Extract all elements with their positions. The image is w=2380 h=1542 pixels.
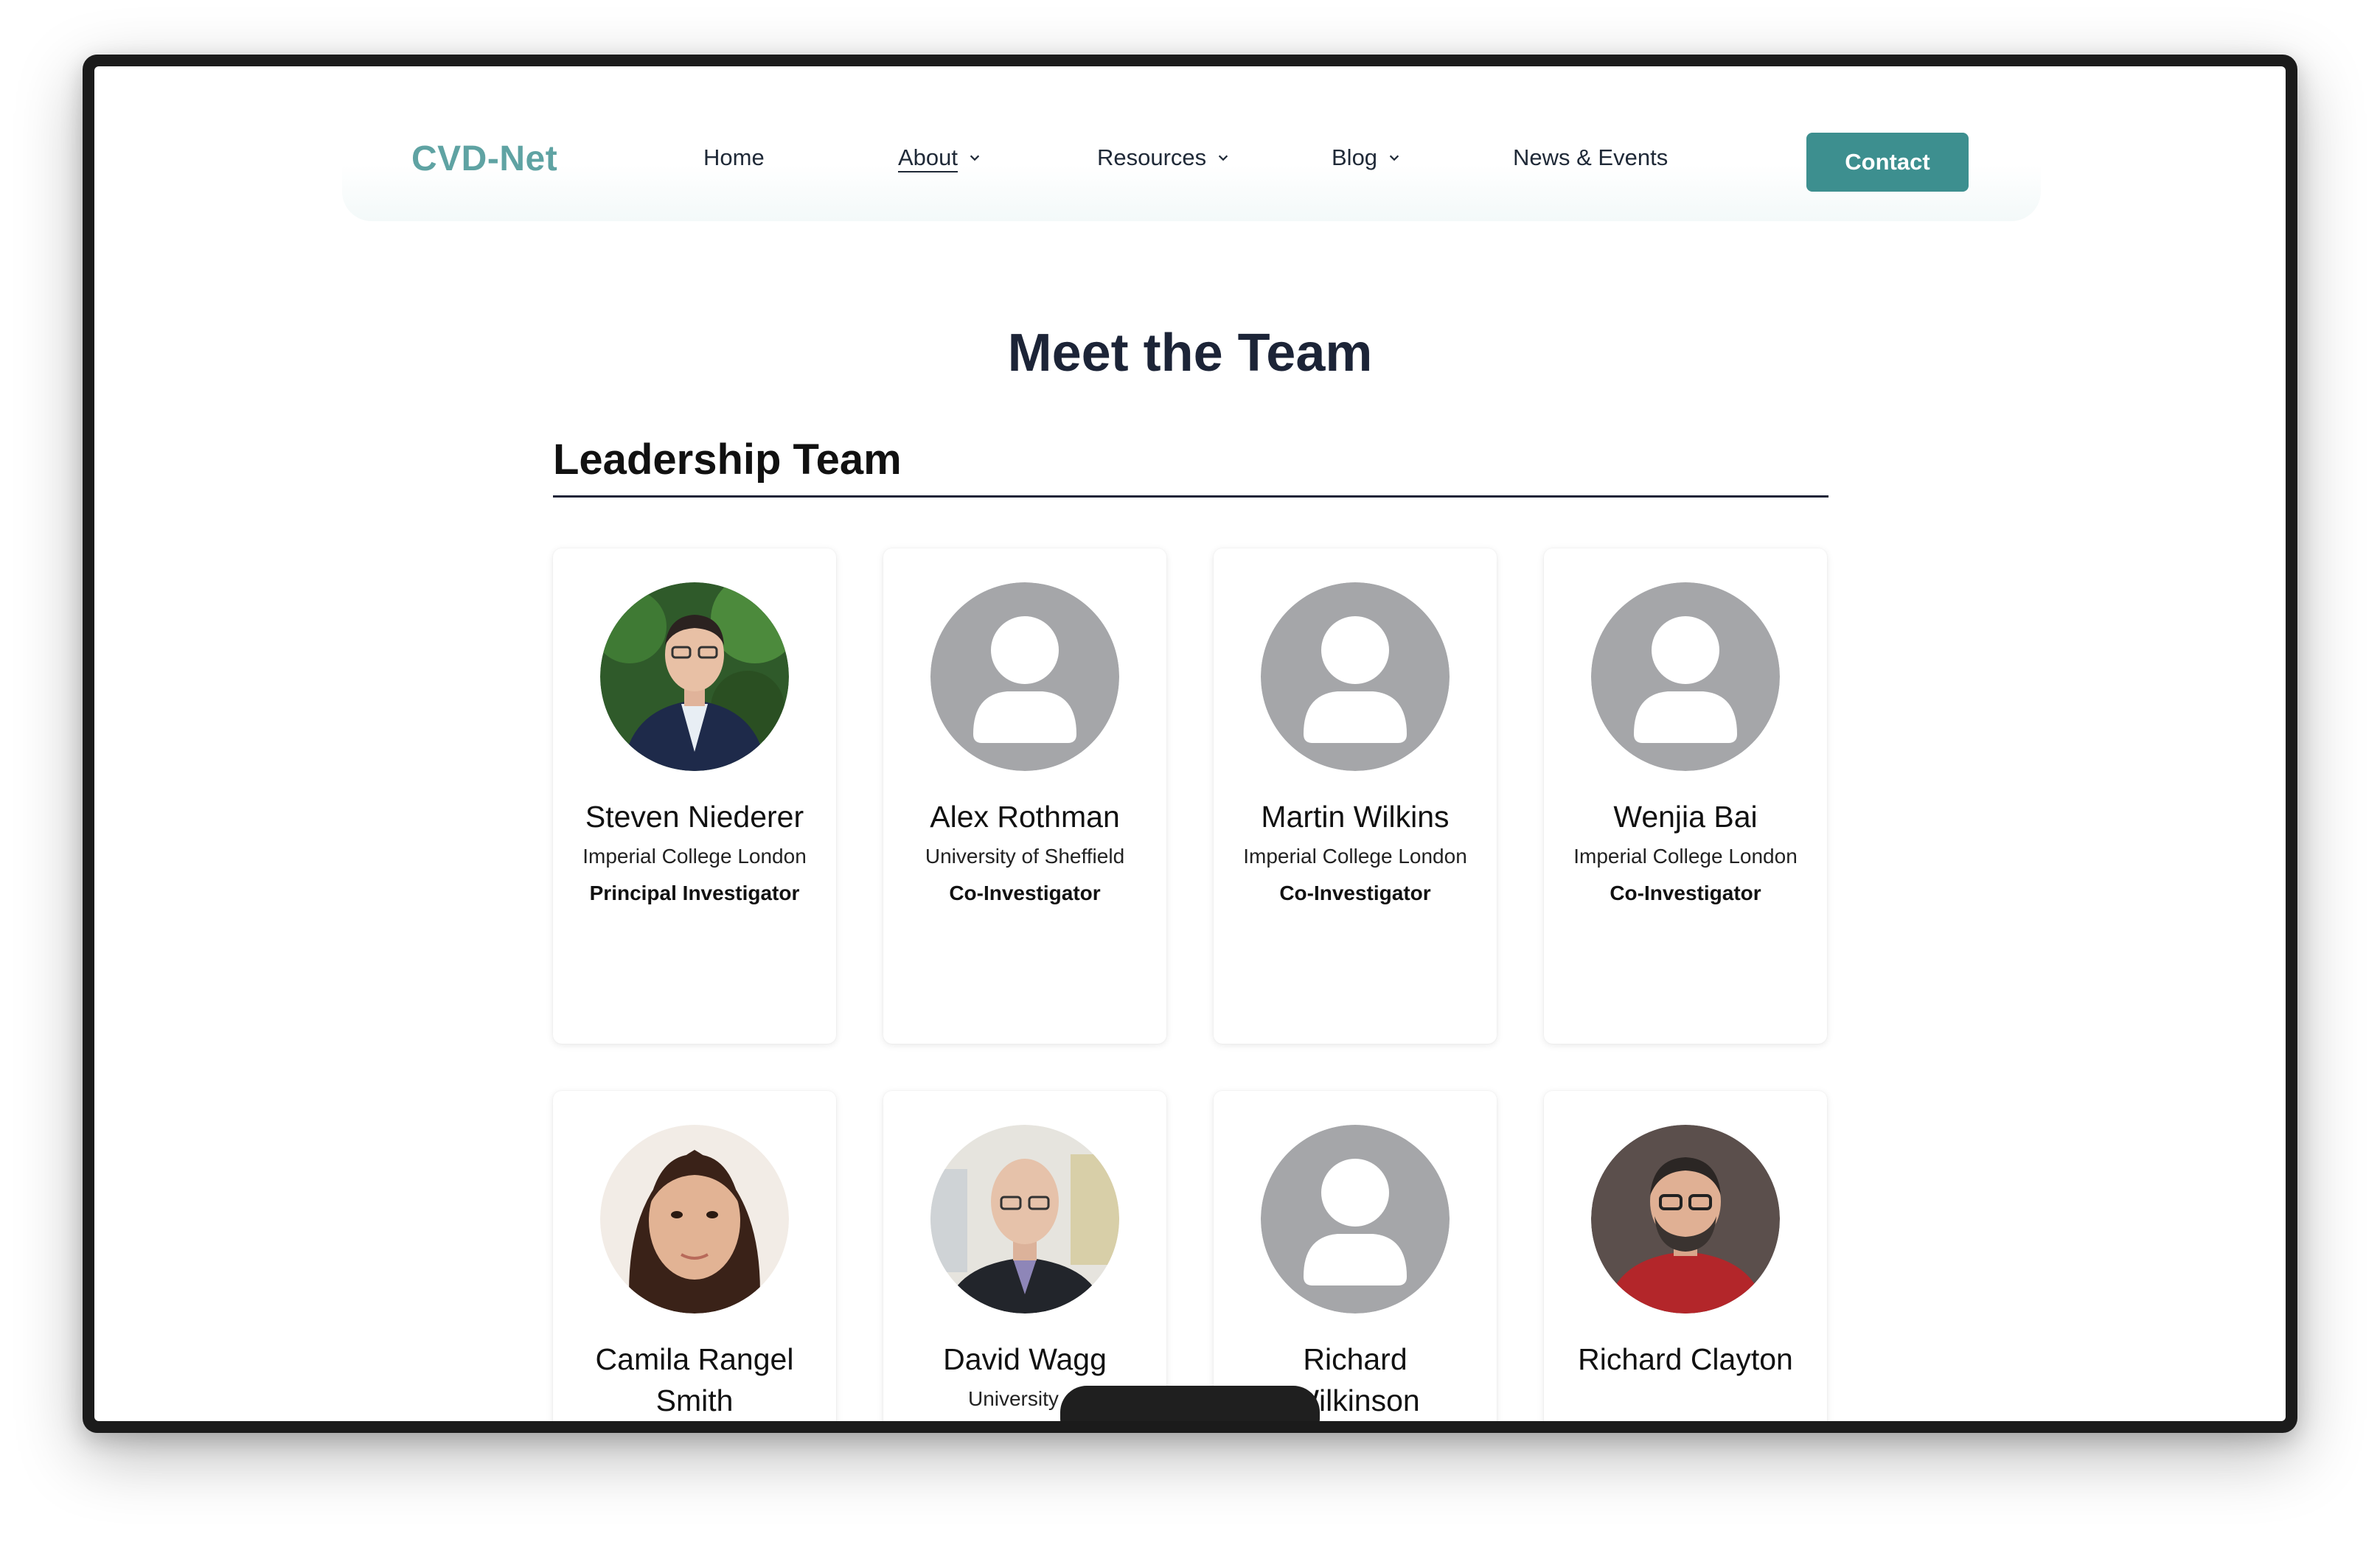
team-card[interactable]: Wenjia Bai Imperial College London Co-In… [1544, 548, 1827, 1044]
member-role: Co-Investigator [949, 882, 1101, 904]
member-role: Co-Investigator [1279, 882, 1431, 904]
chevron-down-icon [970, 155, 980, 161]
team-card[interactable]: Steven Niederer Imperial College London … [553, 548, 836, 1044]
page-title: Meet the Team [1007, 324, 1373, 383]
nav-news-events[interactable]: News & Events [1513, 144, 1668, 171]
nav-news-events-label: News & Events [1513, 144, 1669, 170]
browser-viewport: CVD-Net Home About Resources Blog News &… [94, 66, 2286, 1421]
nav-home[interactable]: Home [703, 144, 765, 171]
member-name: Martin Wilkins [1261, 800, 1450, 834]
site-logo[interactable]: CVD-Net [411, 139, 557, 179]
floating-toolbar[interactable] [1060, 1386, 1320, 1421]
camila-rangel-smith-photo [600, 1125, 789, 1314]
team-card[interactable]: Richard Wilkinson [1214, 1091, 1497, 1421]
steven-niederer-photo [600, 582, 789, 771]
member-name: Wenjia Bai [1613, 800, 1758, 834]
member-name: Alex Rothman [930, 800, 1120, 834]
team-card[interactable]: Martin Wilkins Imperial College London C… [1214, 548, 1497, 1044]
team-card[interactable]: Camila Rangel Smith [553, 1091, 836, 1421]
member-institution: Imperial College London [1573, 845, 1798, 868]
chevron-down-icon [1389, 155, 1399, 161]
device-frame: CVD-Net Home About Resources Blog News &… [83, 55, 2297, 1433]
section-divider [553, 495, 1829, 498]
member-role: Principal Investigator [589, 882, 800, 904]
member-institution: Imperial College London [1243, 845, 1467, 868]
team-card[interactable]: Alex Rothman University of Sheffield Co-… [883, 548, 1166, 1044]
contact-button[interactable]: Contact [1806, 133, 1969, 192]
david-wagg-photo [930, 1125, 1119, 1314]
member-institution: University of Sheffield [925, 845, 1125, 868]
member-name: Richard Clayton [1578, 1342, 1793, 1376]
member-name: Camila Rangel Smith [595, 1342, 794, 1417]
placeholder-avatar-icon [930, 582, 1119, 771]
placeholder-avatar-icon [1591, 582, 1780, 771]
placeholder-avatar-icon [1261, 1125, 1450, 1314]
member-name: David Wagg [943, 1342, 1107, 1376]
nav-about[interactable]: About [898, 144, 981, 171]
team-card[interactable]: Richard Clayton [1544, 1091, 1827, 1421]
placeholder-avatar-icon [1261, 582, 1450, 771]
member-role: Co-Investigator [1610, 882, 1761, 904]
richard-clayton-photo [1591, 1125, 1780, 1314]
member-institution: Imperial College London [582, 845, 807, 868]
nav-blog[interactable]: Blog [1332, 144, 1401, 171]
chevron-down-icon [1219, 155, 1228, 161]
nav-about-label: About [898, 144, 958, 170]
nav-resources-label: Resources [1097, 144, 1207, 170]
nav-blog-label: Blog [1332, 144, 1378, 170]
section-title: Leadership Team [553, 436, 902, 484]
team-card[interactable]: David Wagg University of [883, 1091, 1166, 1421]
nav-resources[interactable]: Resources [1097, 144, 1230, 171]
nav-home-label: Home [703, 144, 765, 170]
member-name: Steven Niederer [585, 800, 804, 834]
